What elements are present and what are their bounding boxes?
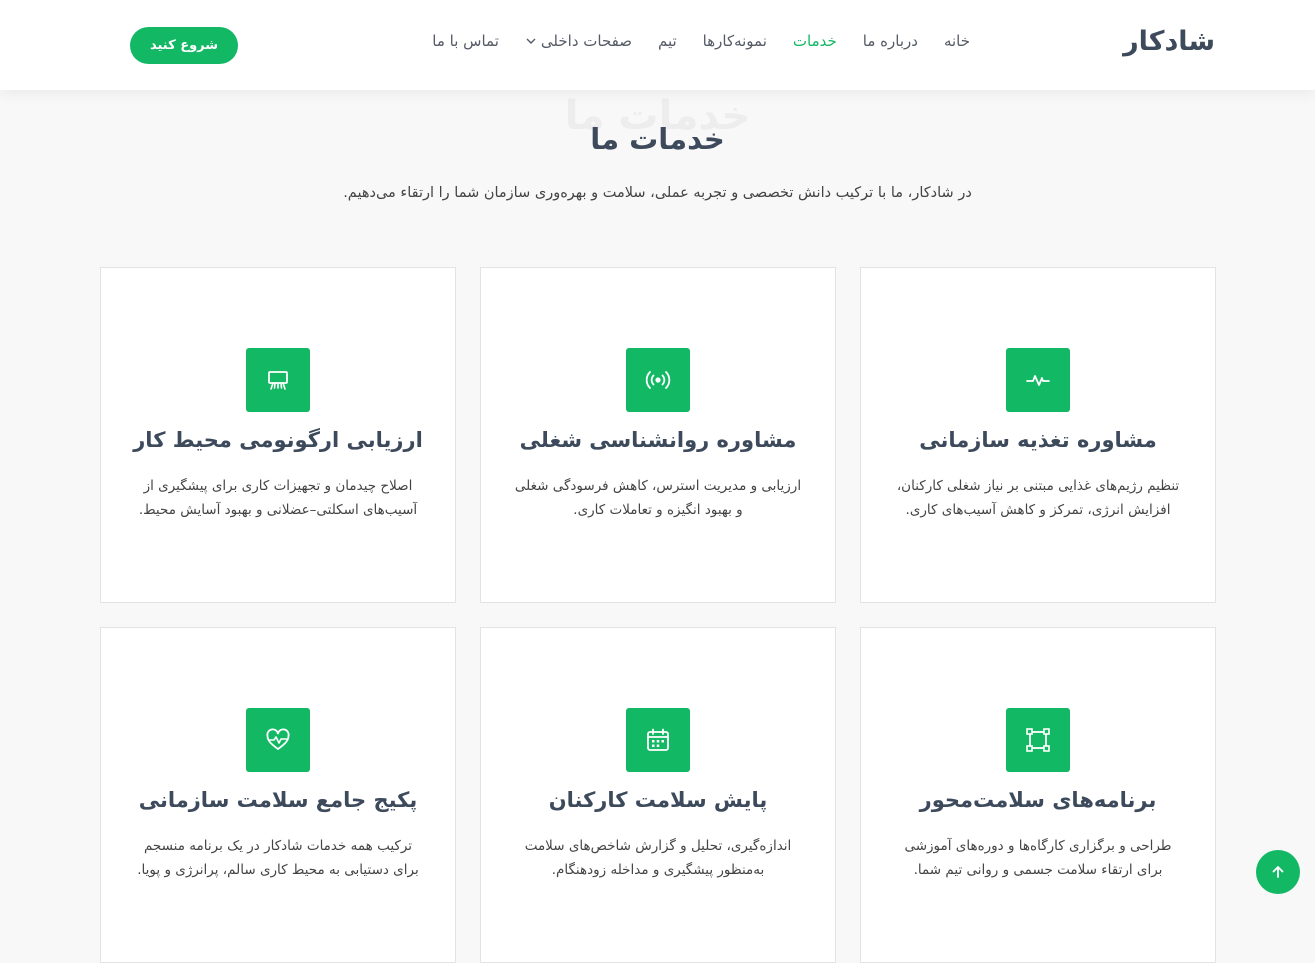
heart-pulse-icon <box>246 708 310 772</box>
nav-item-contact[interactable]: تماس با ما <box>432 32 499 50</box>
service-title[interactable]: برنامه‌های سلامت‌محور <box>861 788 1215 812</box>
get-started-button[interactable]: شروع کنید <box>130 27 238 64</box>
nav-item-about[interactable]: درباره ما <box>863 32 918 50</box>
service-desc: ارزیابی و مدیریت استرس، کاهش فرسودگی شغل… <box>514 478 802 518</box>
service-title[interactable]: مشاوره تغذیه سازمانی <box>861 428 1215 452</box>
nav-item-team[interactable]: تیم <box>658 32 677 50</box>
service-title[interactable]: پایش سلامت کارکنان <box>481 788 835 812</box>
service-card-wellness-programs[interactable]: برنامه‌های سلامت‌محور طراحی و برگزاری کا… <box>860 627 1216 963</box>
service-card-ergonomics[interactable]: ارزیابی ارگونومی محیط کار اصلاح چیدمان و… <box>100 267 456 603</box>
main-nav: خانه درباره ما خدمات نمونه‌کارها تیم صفح… <box>432 32 970 50</box>
back-to-top-button[interactable] <box>1256 850 1300 894</box>
section-title: خدمات ما <box>590 122 725 156</box>
service-desc: اصلاح چیدمان و تجهیزات کاری برای پیشگیری… <box>138 478 418 518</box>
service-card-nutrition[interactable]: مشاوره تغذیه سازمانی تنظیم رژیم‌های غذای… <box>860 267 1216 603</box>
calendar-icon <box>626 708 690 772</box>
service-title[interactable]: مشاوره روانشناسی شغلی <box>481 428 835 452</box>
activity-icon <box>1006 348 1070 412</box>
service-desc: ترکیب همه خدمات شادکار در یک برنامه منسج… <box>137 838 419 878</box>
site-logo[interactable]: شادکار <box>1123 26 1215 57</box>
service-card-comprehensive-package[interactable]: پکیج جامع سلامت سازمانی ترکیب همه خدمات … <box>100 627 456 963</box>
broadcast-icon <box>626 348 690 412</box>
site-header: شادکار خانه درباره ما خدمات نمونه‌کارها … <box>0 0 1315 90</box>
service-desc: تنظیم رژیم‌های غذایی مبتنی بر نیاز شغلی … <box>896 478 1180 518</box>
chevron-down-icon <box>526 38 536 44</box>
service-desc: اندازه‌گیری، تحلیل و گزارش شاخص‌های سلام… <box>524 838 792 878</box>
nav-item-portfolio[interactable]: نمونه‌کارها <box>703 32 767 50</box>
nav-link-contact[interactable]: تماس با ما <box>432 32 499 50</box>
nav-link-team[interactable]: تیم <box>658 32 677 50</box>
easel-icon <box>246 348 310 412</box>
nav-link-pages[interactable]: صفحات داخلی <box>525 32 632 50</box>
nav-item-home[interactable]: خانه <box>944 32 970 50</box>
service-card-psychology[interactable]: مشاوره روانشناسی شغلی ارزیابی و مدیریت ا… <box>480 267 836 603</box>
nav-item-pages[interactable]: صفحات داخلی <box>525 32 632 50</box>
nav-item-services[interactable]: خدمات <box>793 32 837 50</box>
nav-link-portfolio[interactable]: نمونه‌کارها <box>703 32 767 50</box>
nav-link-home[interactable]: خانه <box>944 32 970 50</box>
service-desc: طراحی و برگزاری کارگاه‌ها و دوره‌های آمو… <box>904 838 1172 878</box>
service-card-health-monitoring[interactable]: پایش سلامت کارکنان اندازه‌گیری، تحلیل و … <box>480 627 836 963</box>
nav-link-pages-label: صفحات داخلی <box>540 32 632 50</box>
service-title[interactable]: ارزیابی ارگونومی محیط کار <box>101 428 455 452</box>
section-subtitle: در شادکار، ما با ترکیب دانش تخصصی و تجرب… <box>343 185 972 201</box>
arrow-up-icon <box>1272 866 1284 878</box>
bounding-box-icon <box>1006 708 1070 772</box>
nav-link-services[interactable]: خدمات <box>793 32 837 50</box>
nav-link-about[interactable]: درباره ما <box>863 32 918 50</box>
service-title[interactable]: پکیج جامع سلامت سازمانی <box>101 788 455 812</box>
